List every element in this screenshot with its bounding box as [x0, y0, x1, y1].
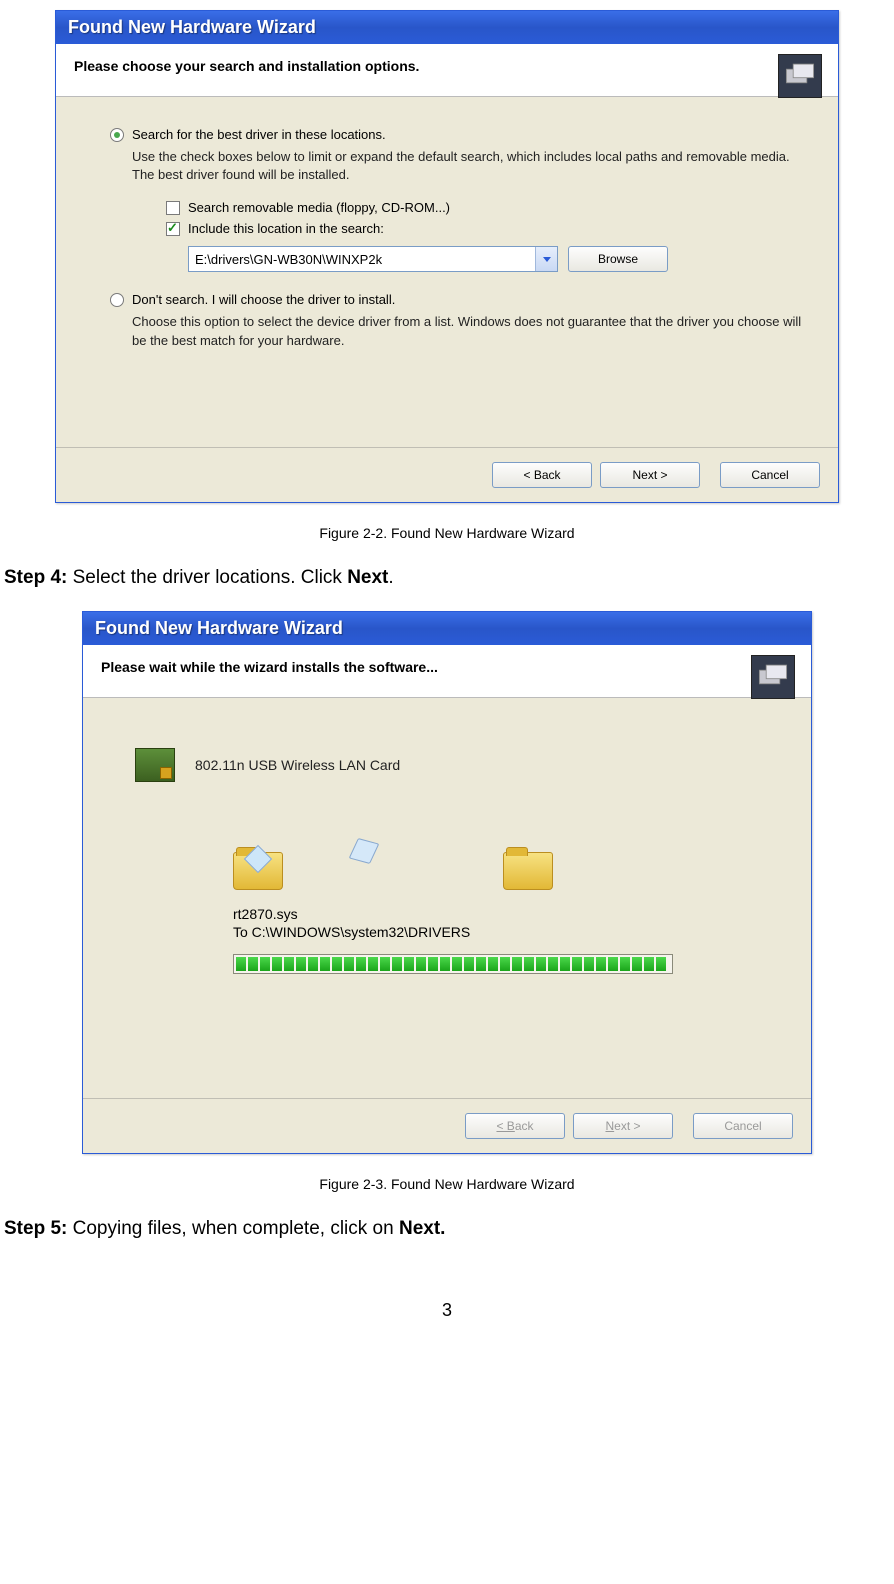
radio-search-best[interactable] — [110, 128, 124, 142]
radio-dont-search-desc: Choose this option to select the device … — [132, 313, 808, 349]
radio-dont-search-label: Don't search. I will choose the driver t… — [132, 292, 395, 307]
back-button: < Back — [465, 1113, 565, 1139]
figure-caption-1: Figure 2-2. Found New Hardware Wizard — [0, 525, 894, 541]
device-name: 802.11n USB Wireless LAN Card — [195, 757, 400, 773]
copying-file-name: rt2870.sys — [233, 906, 771, 922]
wizard-header-text: Please wait while the wizard installs th… — [101, 659, 793, 675]
checkbox-removable-media-label: Search removable media (floppy, CD-ROM..… — [188, 200, 450, 215]
hardware-wizard-dialog-2: Found New Hardware Wizard Please wait wh… — [82, 611, 812, 1154]
titlebar[interactable]: Found New Hardware Wizard — [56, 11, 838, 44]
network-card-icon — [135, 748, 175, 782]
radio-search-best-desc: Use the check boxes below to limit or ex… — [132, 148, 808, 184]
location-path: E:\drivers\GN-WB30N\WINXP2k — [189, 252, 535, 267]
figure-caption-2: Figure 2-3. Found New Hardware Wizard — [0, 1176, 894, 1192]
radio-search-best-label: Search for the best driver in these loca… — [132, 127, 386, 142]
page-number: 3 — [0, 1300, 894, 1321]
radio-dont-search[interactable] — [110, 293, 124, 307]
browse-button[interactable]: Browse — [568, 246, 668, 272]
checkbox-include-location[interactable] — [166, 222, 180, 236]
checkbox-include-location-label: Include this location in the search: — [188, 221, 384, 236]
hardware-icon — [778, 54, 822, 98]
wizard-footer: < Back Next > Cancel — [56, 448, 838, 502]
location-combobox[interactable]: E:\drivers\GN-WB30N\WINXP2k — [188, 246, 558, 272]
cancel-button: Cancel — [693, 1113, 793, 1139]
flying-document-icon — [349, 838, 380, 864]
cancel-button[interactable]: Cancel — [720, 462, 820, 488]
next-button: Next > — [573, 1113, 673, 1139]
copying-destination: To C:\WINDOWS\system32\DRIVERS — [233, 924, 771, 940]
checkbox-removable-media[interactable] — [166, 201, 180, 215]
step-4-text: Step 4: Select the driver locations. Cli… — [4, 567, 894, 589]
wizard-header: Please wait while the wizard installs th… — [83, 645, 811, 698]
progress-bar — [233, 954, 673, 974]
dest-folder-icon — [503, 852, 553, 890]
back-button[interactable]: < Back — [492, 462, 592, 488]
hardware-icon — [751, 655, 795, 699]
next-button[interactable]: Next > — [600, 462, 700, 488]
chevron-down-icon[interactable] — [535, 247, 557, 271]
wizard-body: 802.11n USB Wireless LAN Card rt2870.sys… — [83, 698, 811, 1088]
step-5-text: Step 5: Copying files, when complete, cl… — [4, 1218, 894, 1240]
wizard-footer: < Back Next > Cancel — [83, 1099, 811, 1153]
wizard-header: Please choose your search and installati… — [56, 44, 838, 97]
wizard-header-text: Please choose your search and installati… — [74, 58, 820, 74]
hardware-wizard-dialog-1: Found New Hardware Wizard Please choose … — [55, 10, 839, 503]
wizard-body: Search for the best driver in these loca… — [56, 97, 838, 437]
titlebar[interactable]: Found New Hardware Wizard — [83, 612, 811, 645]
source-folder-icon — [233, 852, 283, 890]
